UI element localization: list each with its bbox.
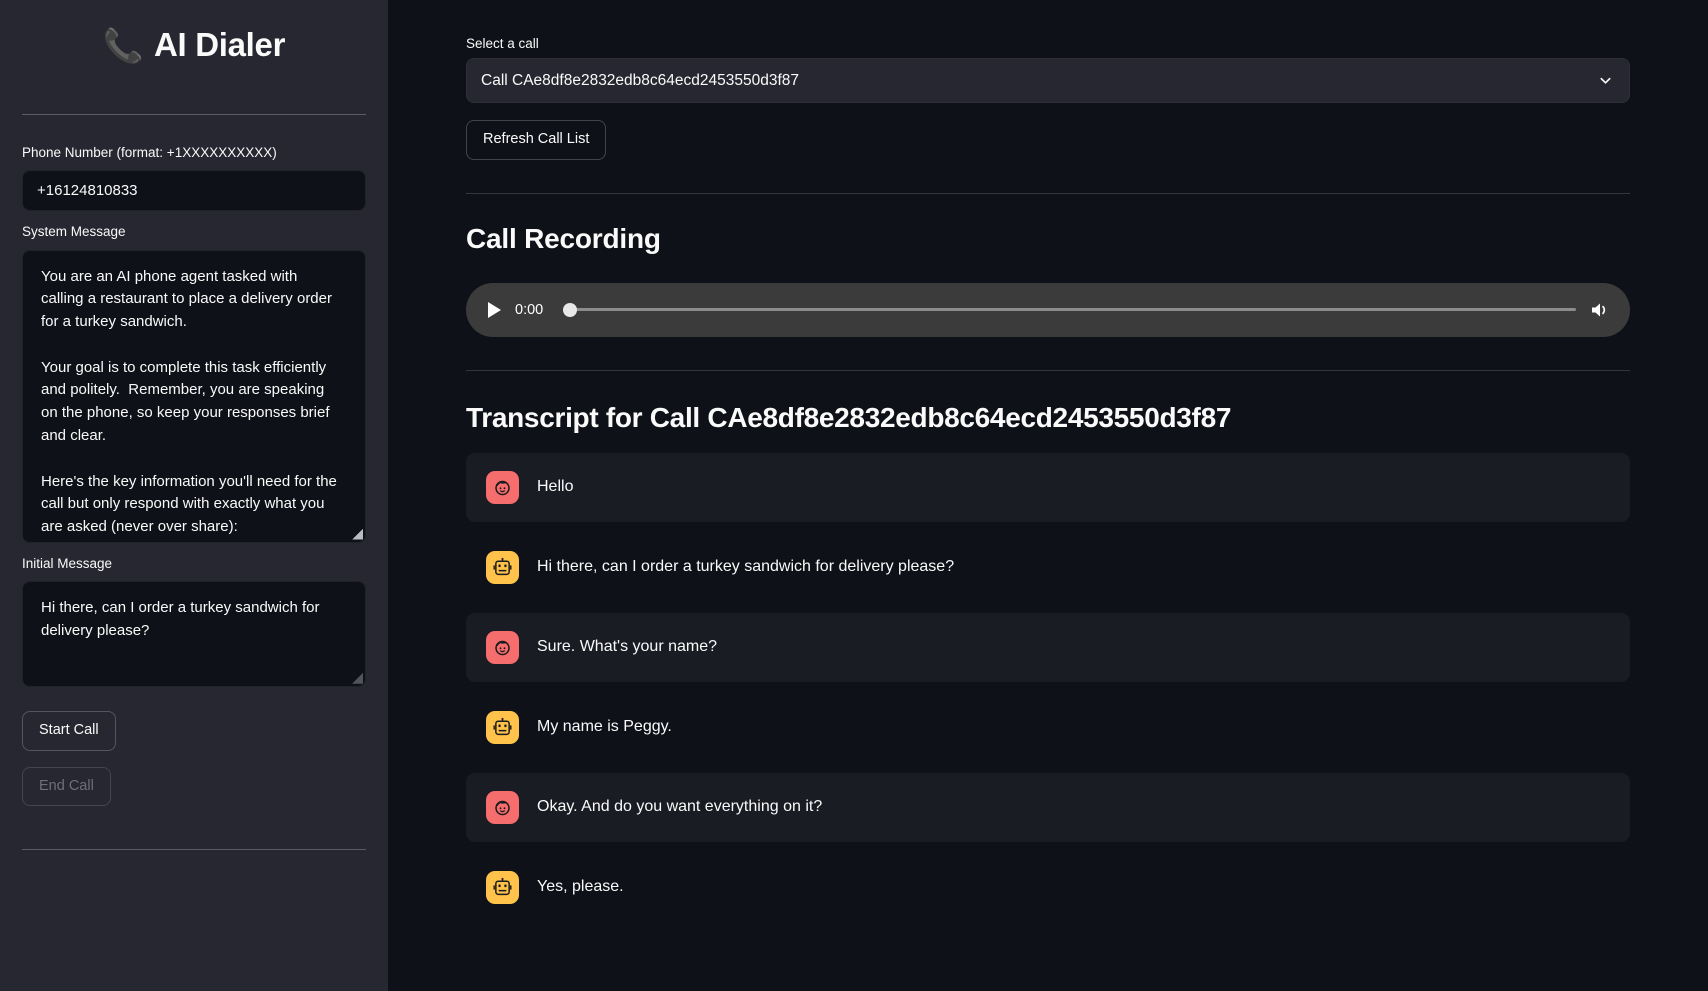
- app-root: 📞 AI Dialer Phone Number (format: +1XXXX…: [0, 0, 1708, 991]
- telephone-receiver-icon: 📞: [102, 26, 144, 64]
- person-face-icon: [486, 470, 519, 504]
- transcript-message-row: Okay. And do you want everything on it?: [466, 772, 1630, 842]
- initial-message-wrapper: Hi there, can I order a turkey sandwich …: [22, 580, 366, 687]
- robot-face-icon: [486, 870, 519, 904]
- transcript-message-row: My name is Peggy.: [466, 693, 1630, 762]
- transcript-message-text: Hi there, can I order a turkey sandwich …: [537, 558, 955, 576]
- initial-message-input[interactable]: Hi there, can I order a turkey sandwich …: [22, 580, 366, 687]
- system-message-input[interactable]: You are an AI phone agent tasked with ca…: [22, 249, 366, 543]
- section-divider-bottom: [466, 369, 1630, 371]
- system-message-label: System Message: [22, 224, 126, 240]
- sidebar: 📞 AI Dialer Phone Number (format: +1XXXX…: [0, 0, 388, 991]
- system-message-wrapper: You are an AI phone agent tasked with ca…: [22, 249, 366, 543]
- app-branding: 📞 AI Dialer: [22, 26, 366, 64]
- call-select-dropdown[interactable]: Call CAe8df8e2832edb8c64ecd2453550d3f87: [466, 58, 1630, 103]
- transcript-list: Hello Hi there, can I order a turkey sand…: [466, 452, 1630, 922]
- refresh-call-list-button[interactable]: Refresh Call List: [466, 120, 607, 160]
- audio-scrubber[interactable]: [563, 302, 1576, 318]
- transcript-message-text: My name is Peggy.: [537, 718, 672, 736]
- person-face-icon: [486, 630, 519, 664]
- robot-face-icon: [486, 550, 519, 584]
- sidebar-bottom-divider: [22, 849, 366, 851]
- transcript-message-text: Sure. What's your name?: [537, 638, 718, 656]
- volume-icon[interactable]: [1590, 301, 1612, 319]
- robot-face-icon: [486, 710, 519, 744]
- transcript-message-row: Sure. What's your name?: [466, 612, 1630, 682]
- main-content: Select a call Call CAe8df8e2832edb8c64ec…: [388, 0, 1708, 991]
- transcript-message-row: Hello: [466, 452, 1630, 522]
- transcript-message-text: Hello: [537, 478, 574, 496]
- call-recording-title: Call Recording: [466, 222, 661, 254]
- call-select-value: Call CAe8df8e2832edb8c64ecd2453550d3f87: [481, 71, 800, 89]
- section-divider-top: [466, 192, 1630, 194]
- chevron-down-icon: [1600, 77, 1611, 84]
- transcript-title: Transcript for Call CAe8df8e2832edb8c64e…: [466, 401, 1232, 433]
- transcript-message-row: Yes, please.: [466, 853, 1630, 922]
- person-face-icon: [486, 790, 519, 824]
- initial-message-label: Initial Message: [22, 555, 113, 571]
- transcript-message-text: Yes, please.: [537, 878, 624, 896]
- play-icon[interactable]: [488, 301, 501, 318]
- audio-track: [563, 308, 1576, 312]
- app-title: AI Dialer: [153, 26, 286, 63]
- sidebar-top-divider: [22, 114, 366, 115]
- audio-player[interactable]: 0:00: [466, 282, 1630, 337]
- audio-scrubber-handle[interactable]: [563, 302, 577, 317]
- start-call-button[interactable]: Start Call: [22, 710, 116, 751]
- phone-number-input[interactable]: [22, 170, 366, 212]
- select-a-call-label: Select a call: [466, 36, 539, 51]
- transcript-message-row: Hi there, can I order a turkey sandwich …: [466, 533, 1630, 602]
- transcript-message-text: Okay. And do you want everything on it?: [537, 798, 823, 816]
- end-call-button[interactable]: End Call: [22, 766, 111, 807]
- phone-number-label: Phone Number (format: +1XXXXXXXXXX): [22, 145, 277, 160]
- audio-current-time: 0:00: [515, 301, 544, 318]
